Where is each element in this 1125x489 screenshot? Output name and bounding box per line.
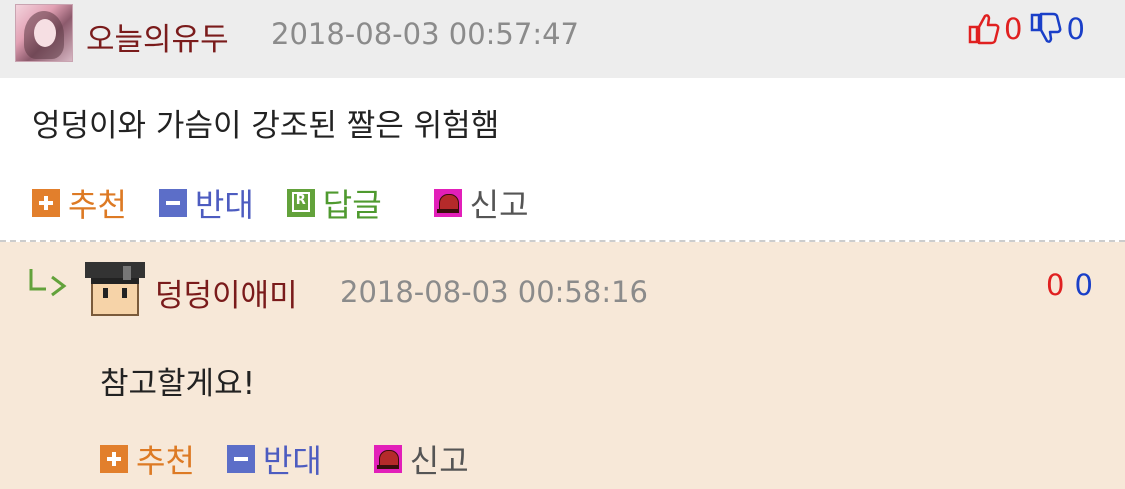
comment-header: 오늘의유두 2018-08-03 00:57:47 0 0 — [0, 0, 1125, 78]
comment-actions: 추천 반대 R 답글 신고 — [32, 180, 529, 226]
avatar[interactable] — [85, 262, 145, 320]
vote-counts: 0 0 — [1046, 268, 1093, 302]
oppose-button[interactable]: 반대 — [226, 436, 322, 482]
plus-icon — [32, 189, 60, 217]
downvote-count[interactable]: 0 — [1074, 268, 1092, 302]
report-bell-icon — [433, 189, 462, 217]
report-label: 신고 — [469, 186, 529, 224]
reply-button[interactable]: R 답글 — [286, 180, 382, 226]
report-button[interactable]: 신고 — [373, 436, 469, 482]
plus-icon — [100, 445, 128, 473]
avatar[interactable] — [15, 4, 73, 62]
report-label: 신고 — [409, 442, 469, 480]
report-bell-icon — [373, 445, 402, 473]
reply-label: 답글 — [322, 186, 382, 224]
upvote-count[interactable]: 0 — [1046, 268, 1064, 302]
downvote-count: 0 — [1066, 12, 1085, 46]
oppose-label: 반대 — [262, 442, 322, 480]
recommend-button[interactable]: 추천 — [32, 180, 127, 226]
oppose-button[interactable]: 반대 — [158, 180, 254, 226]
comment-body: 참고할게요! — [100, 366, 256, 402]
recommend-label: 추천 — [68, 186, 127, 224]
reply-icon: R — [286, 189, 315, 217]
comment-1: 오늘의유두 2018-08-03 00:57:47 0 0 엉덩이와 가슴이 강… — [0, 0, 1125, 224]
upvote-count: 0 — [1004, 12, 1023, 46]
author-name[interactable]: 오늘의유두 — [86, 14, 229, 59]
comment-datetime: 2018-08-03 00:58:16 — [340, 275, 648, 309]
minus-icon — [226, 445, 255, 473]
recommend-button[interactable]: 추천 — [100, 436, 195, 482]
report-button[interactable]: 신고 — [433, 180, 529, 226]
thumbs-down-icon[interactable] — [1030, 12, 1062, 46]
reply-comment: 덩덩이애미 2018-08-03 00:58:16 0 0 참고할게요! 추천 … — [0, 242, 1125, 489]
comment-body: 엉덩이와 가슴이 강조된 짤은 위험햄 — [32, 108, 500, 144]
vote-counts: 0 0 — [968, 12, 1085, 46]
comment-actions: 추천 반대 신고 — [100, 436, 469, 482]
oppose-label: 반대 — [194, 186, 254, 224]
recommend-label: 추천 — [136, 442, 195, 480]
thumbs-up-icon[interactable] — [968, 12, 1000, 46]
minus-icon — [158, 189, 187, 217]
comment-datetime: 2018-08-03 00:57:47 — [271, 17, 579, 51]
author-name[interactable]: 덩덩이애미 — [155, 270, 298, 315]
reply-arrow-icon — [29, 269, 67, 297]
